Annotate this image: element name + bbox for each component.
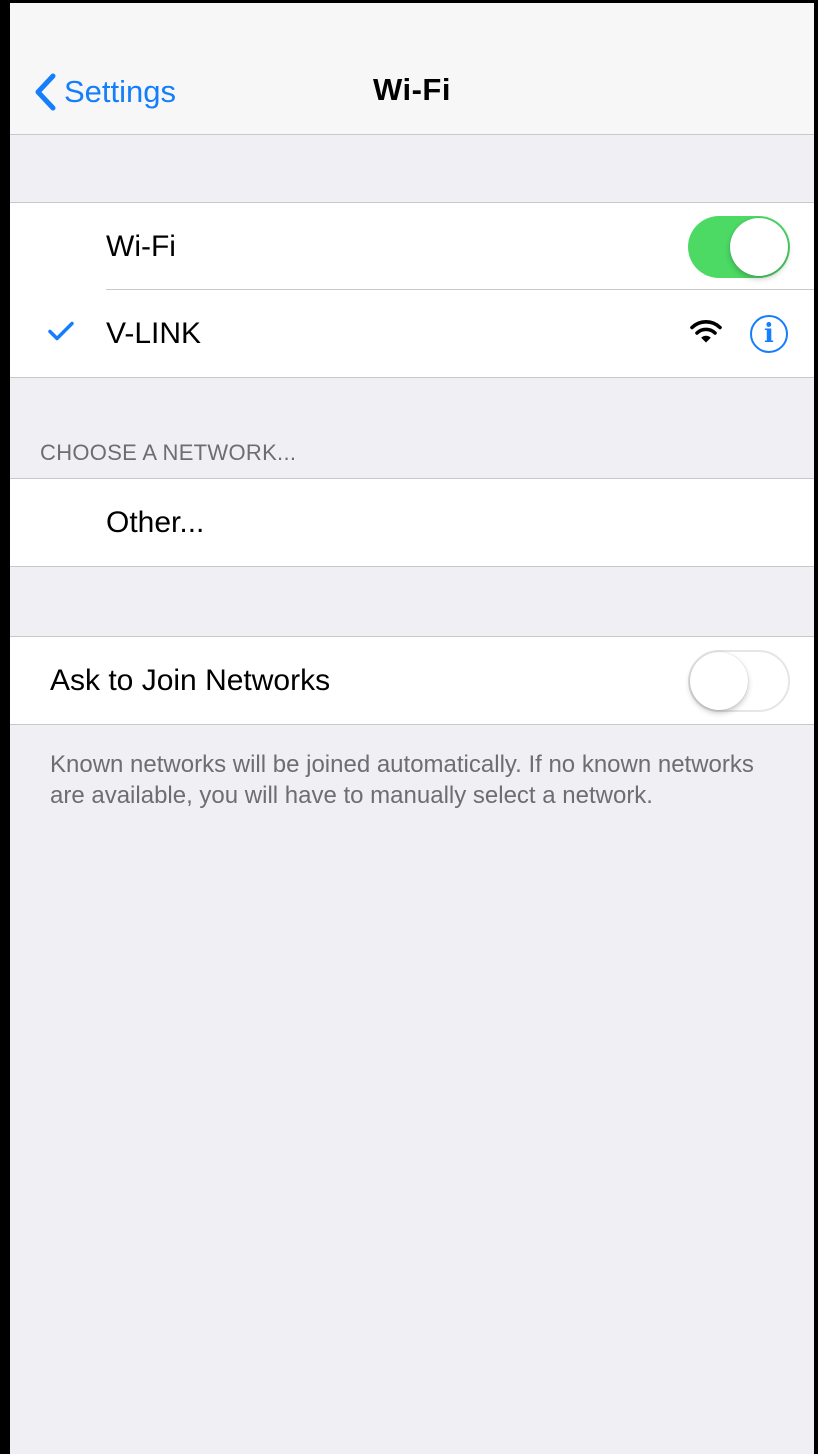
page-title: Wi-Fi [373, 72, 451, 107]
connected-network-row[interactable]: V-LINK i [10, 290, 814, 377]
wifi-signal-icon [690, 318, 722, 349]
screen: Settings Wi-Fi Wi-Fi V-LINK i CHOOSE A N… [0, 0, 818, 1454]
checkmark-icon [48, 321, 74, 346]
toggle-knob [730, 217, 788, 276]
connected-network-name: V-LINK [106, 316, 202, 350]
footer-note: Known networks will be joined automatica… [50, 751, 754, 809]
network-list: Other... [10, 478, 814, 567]
info-icon[interactable]: i [750, 314, 788, 353]
wifi-toggle-label: Wi-Fi [106, 229, 176, 263]
other-network-row[interactable]: Other... [10, 479, 814, 566]
section-header: CHOOSE A NETWORK... [40, 440, 297, 465]
navigation-bar: Settings Wi-Fi [10, 48, 814, 135]
toggle-knob [690, 651, 748, 710]
wifi-toggle-row: Wi-Fi [10, 203, 814, 290]
status-bar [10, 3, 814, 48]
ask-join-group: Ask to Join Networks [10, 636, 814, 725]
wifi-group: Wi-Fi V-LINK i [10, 202, 814, 378]
ask-join-toggle[interactable] [688, 649, 790, 712]
wifi-toggle[interactable] [688, 215, 790, 278]
other-network-label: Other... [106, 505, 205, 539]
ask-join-row: Ask to Join Networks [10, 637, 814, 724]
ask-join-label: Ask to Join Networks [50, 663, 331, 697]
